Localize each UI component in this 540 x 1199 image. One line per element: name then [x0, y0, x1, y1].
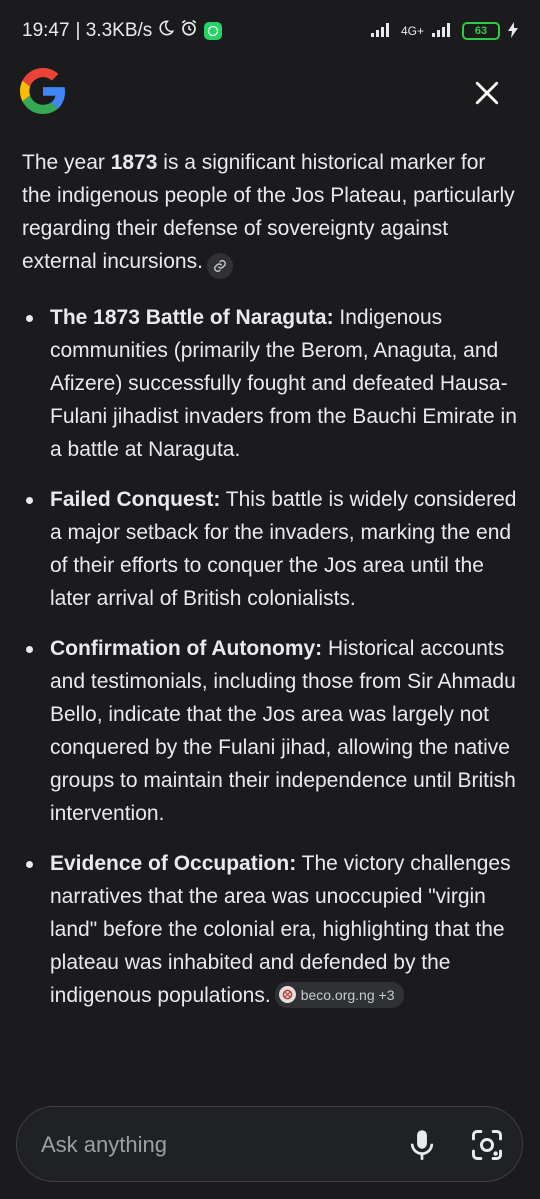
point-title: Evidence of Occupation: [50, 852, 297, 875]
ask-input[interactable] [39, 1125, 383, 1165]
lens-button[interactable] [471, 1129, 503, 1161]
status-bar: 19:47 | 3.3KB/s 4G+ 63 [0, 0, 540, 62]
alarm-icon [180, 19, 198, 43]
ask-bar [16, 1106, 523, 1182]
battery-indicator: 63 [462, 22, 500, 40]
intro-paragraph: The year 1873 is a significant historica… [22, 146, 520, 279]
mic-button[interactable] [407, 1129, 437, 1161]
source-favicon-icon [278, 986, 296, 1003]
points-list: The 1873 Battle of Naraguta: Indigenous … [22, 301, 520, 1012]
point-title: Confirmation of Autonomy: [50, 637, 323, 660]
list-item: Confirmation of Autonomy: Historical acc… [22, 632, 520, 830]
close-button[interactable] [466, 72, 508, 114]
point-title: Failed Conquest: [50, 488, 221, 511]
header [0, 62, 540, 132]
status-right: 4G+ 63 [370, 21, 518, 41]
moon-icon [158, 20, 175, 42]
link-icon [214, 260, 226, 272]
mic-icon [410, 1130, 434, 1160]
list-item: Failed Conquest: This battle is widely c… [22, 483, 520, 615]
point-title: The 1873 Battle of Naraguta: [50, 306, 334, 329]
status-speed: | 3.3KB/s [75, 20, 153, 41]
status-left: 19:47 | 3.3KB/s [22, 19, 223, 43]
intro-bold: 1873 [110, 151, 158, 174]
signal-icon [370, 22, 393, 40]
close-icon [475, 81, 499, 105]
point-text: Indigenous communities (primarily the Be… [50, 306, 517, 461]
point-text: Historical accounts and testimonials, in… [50, 637, 516, 825]
status-time: 19:47 [22, 20, 70, 41]
whatsapp-icon [204, 22, 223, 40]
network-type: 4G+ [400, 24, 424, 38]
source-chip-label: beco.org.ng +3 [300, 986, 395, 1003]
intro-pre: The year [22, 151, 111, 174]
google-g-icon [20, 68, 66, 114]
charging-icon [508, 21, 518, 41]
source-chip[interactable]: beco.org.ng +3 [274, 981, 405, 1008]
signal-icon-2 [432, 22, 454, 40]
lens-icon [471, 1129, 503, 1161]
ai-response: The year 1873 is a significant historica… [22, 146, 520, 1029]
list-item: The 1873 Battle of Naraguta: Indigenous … [22, 301, 520, 466]
link-button[interactable] [206, 253, 233, 279]
list-item: Evidence of Occupation: The victory chal… [22, 847, 520, 1012]
